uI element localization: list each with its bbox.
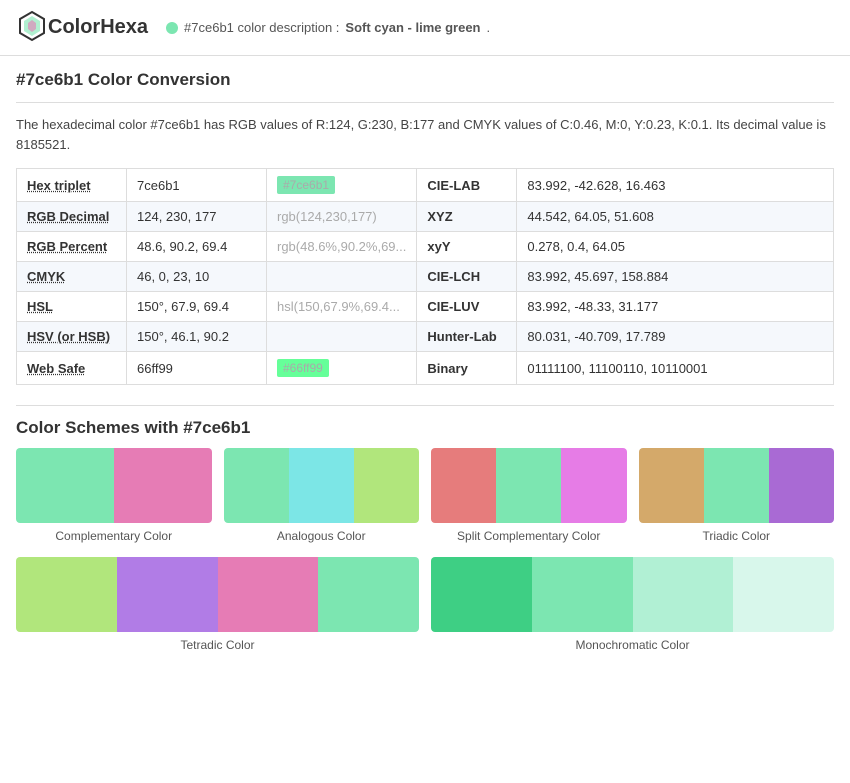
swatch-color: [117, 557, 218, 632]
row-right-label: xyY: [417, 232, 517, 262]
row-preview: hsl(150,67.9%,69.4...: [267, 292, 417, 322]
scheme-item[interactable]: Split Complementary Color: [431, 448, 627, 543]
scheme-label: Triadic Color: [702, 529, 770, 543]
scheme-label: Complementary Color: [55, 529, 172, 543]
row-label: HSL: [17, 292, 127, 322]
swatch-color: [289, 448, 354, 523]
row-label: RGB Percent: [17, 232, 127, 262]
row-right-label: CIE-LUV: [417, 292, 517, 322]
row-label: Web Safe: [17, 352, 127, 385]
row-right-value: 44.542, 64.05, 51.608: [517, 202, 834, 232]
scheme-swatch: [16, 448, 212, 523]
swatch-color: [16, 448, 114, 523]
scheme-swatch: [431, 448, 627, 523]
scheme-label: Tetradic Color: [180, 638, 254, 652]
swatch-color: [769, 448, 834, 523]
swatch-color: [704, 448, 769, 523]
swatch-color: [639, 448, 704, 523]
table-row: RGB Decimal124, 230, 177rgb(124,230,177)…: [17, 202, 834, 232]
scheme-label: Split Complementary Color: [457, 529, 600, 543]
swatch-color: [733, 557, 834, 632]
swatch-color: [114, 448, 212, 523]
logo-text[interactable]: ColorHexa: [48, 16, 148, 39]
scheme-item[interactable]: Monochromatic Color: [431, 557, 834, 652]
row-value: 66ff99: [127, 352, 267, 385]
scheme-item[interactable]: Triadic Color: [639, 448, 835, 543]
header-period: .: [487, 20, 491, 35]
schemes-title: Color Schemes with #7ce6b1: [16, 418, 834, 438]
scheme-item[interactable]: Analogous Color: [224, 448, 420, 543]
row-label: CMYK: [17, 262, 127, 292]
divider-2: [16, 405, 834, 406]
scheme-swatch: [431, 557, 834, 632]
swatch-color: [496, 448, 561, 523]
swatch-color: [318, 557, 419, 632]
swatch-color: [218, 557, 319, 632]
row-right-value: 83.992, -48.33, 31.177: [517, 292, 834, 322]
scheme-item[interactable]: Tetradic Color: [16, 557, 419, 652]
header-desc-text: #7ce6b1 color description :: [184, 20, 339, 35]
swatch-color: [354, 448, 419, 523]
row-preview: #66ff99: [267, 352, 417, 385]
table-row: Web Safe66ff99#66ff99Binary01111100, 111…: [17, 352, 834, 385]
scheme-swatch: [224, 448, 420, 523]
swatch-color: [633, 557, 734, 632]
row-right-label: Binary: [417, 352, 517, 385]
color-dot: [166, 22, 178, 34]
row-right-value: 80.031, -40.709, 17.789: [517, 322, 834, 352]
row-preview: rgb(124,230,177): [267, 202, 417, 232]
table-row: HSV (or HSB)150°, 46.1, 90.2 Hunter-Lab80…: [17, 322, 834, 352]
table-row: CMYK46, 0, 23, 10 CIE-LCH83.992, 45.697, …: [17, 262, 834, 292]
color-name-label: Soft cyan - lime green: [345, 20, 480, 35]
swatch-color: [224, 448, 289, 523]
scheme-swatch: [639, 448, 835, 523]
schemes-grid-bottom: Tetradic Color Monochromatic Color: [16, 557, 834, 652]
row-right-label: XYZ: [417, 202, 517, 232]
description-text: The hexadecimal color #7ce6b1 has RGB va…: [16, 115, 834, 154]
scheme-label: Analogous Color: [277, 529, 366, 543]
scheme-label: Monochromatic Color: [575, 638, 689, 652]
row-label: HSV (or HSB): [17, 322, 127, 352]
header: ColorHexa #7ce6b1 color description : So…: [0, 0, 850, 56]
row-right-value: 01111100, 11100110, 10110001: [517, 352, 834, 385]
row-value: 48.6, 90.2, 69.4: [127, 232, 267, 262]
row-right-label: CIE-LAB: [417, 169, 517, 202]
table-row: Hex triplet7ce6b1#7ce6b1CIE-LAB83.992, -…: [17, 169, 834, 202]
scheme-item[interactable]: Complementary Color: [16, 448, 212, 543]
main-content: #7ce6b1 Color Conversion The hexadecimal…: [0, 56, 850, 666]
table-row: RGB Percent48.6, 90.2, 69.4rgb(48.6%,90.…: [17, 232, 834, 262]
swatch-color: [431, 448, 496, 523]
logo-icon: [16, 10, 48, 45]
row-preview: #7ce6b1: [267, 169, 417, 202]
swatch-color: [431, 557, 532, 632]
swatch-color: [532, 557, 633, 632]
row-value: 46, 0, 23, 10: [127, 262, 267, 292]
row-preview: [267, 322, 417, 352]
row-value: 124, 230, 177: [127, 202, 267, 232]
schemes-grid-top: Complementary Color Analogous Color Split …: [16, 448, 834, 543]
divider-1: [16, 102, 834, 103]
conversion-title: #7ce6b1 Color Conversion: [16, 70, 834, 90]
scheme-swatch: [16, 557, 419, 632]
row-right-value: 0.278, 0.4, 64.05: [517, 232, 834, 262]
row-right-label: Hunter-Lab: [417, 322, 517, 352]
row-label: Hex triplet: [17, 169, 127, 202]
row-preview: [267, 262, 417, 292]
row-value: 150°, 46.1, 90.2: [127, 322, 267, 352]
swatch-color: [561, 448, 626, 523]
row-preview: rgb(48.6%,90.2%,69...: [267, 232, 417, 262]
header-description: #7ce6b1 color description : Soft cyan - …: [166, 20, 490, 35]
conversion-table: Hex triplet7ce6b1#7ce6b1CIE-LAB83.992, -…: [16, 168, 834, 385]
table-row: HSL150°, 67.9, 69.4hsl(150,67.9%,69.4...…: [17, 292, 834, 322]
row-right-value: 83.992, -42.628, 16.463: [517, 169, 834, 202]
row-label: RGB Decimal: [17, 202, 127, 232]
row-value: 150°, 67.9, 69.4: [127, 292, 267, 322]
row-right-label: CIE-LCH: [417, 262, 517, 292]
swatch-color: [16, 557, 117, 632]
row-right-value: 83.992, 45.697, 158.884: [517, 262, 834, 292]
row-value: 7ce6b1: [127, 169, 267, 202]
